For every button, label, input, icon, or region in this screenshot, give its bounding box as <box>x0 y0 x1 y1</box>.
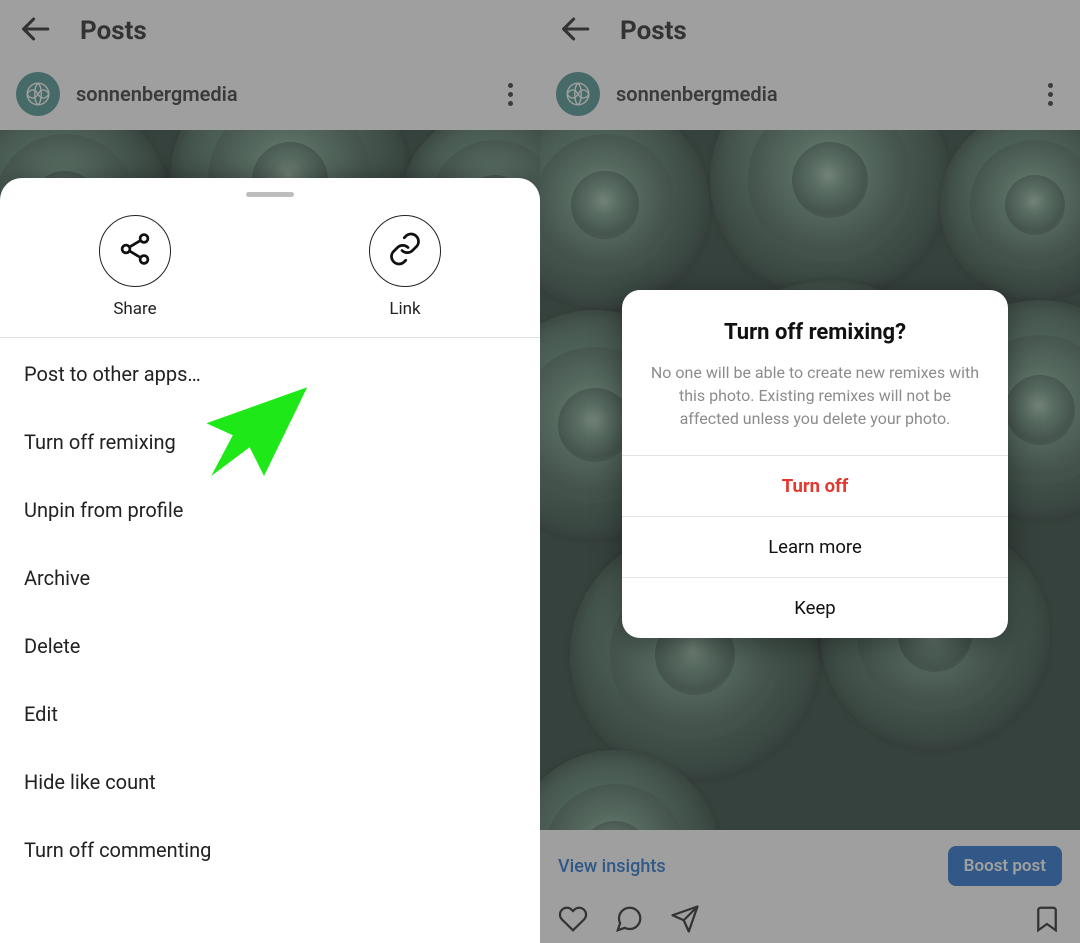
menu-post-other-apps[interactable]: Post to other apps… <box>0 340 540 408</box>
post-footer: View insights Boost post <box>540 830 1080 943</box>
menu-hide-like-count[interactable]: Hide like count <box>0 748 540 816</box>
comment-icon[interactable] <box>614 904 644 938</box>
topbar: Posts <box>540 0 1080 62</box>
send-icon[interactable] <box>670 904 700 938</box>
more-options-icon[interactable] <box>496 83 524 106</box>
link-button[interactable] <box>369 215 441 287</box>
like-icon[interactable] <box>558 904 588 938</box>
avatar[interactable] <box>556 72 600 116</box>
share-button[interactable] <box>99 215 171 287</box>
boost-post-button[interactable]: Boost post <box>948 846 1062 886</box>
menu-edit[interactable]: Edit <box>0 680 540 748</box>
view-insights-link[interactable]: View insights <box>558 856 666 877</box>
dialog-turn-off-button[interactable]: Turn off <box>622 455 1008 516</box>
page-title: Posts <box>620 16 687 46</box>
link-label: Link <box>389 299 420 319</box>
action-sheet: Share Link Post to other apps… Turn off … <box>0 178 540 943</box>
dialog-learn-more-button[interactable]: Learn more <box>622 516 1008 577</box>
menu-unpin-from-profile[interactable]: Unpin from profile <box>0 476 540 544</box>
dialog-body: No one will be able to create new remixe… <box>648 361 982 431</box>
confirm-dialog: Turn off remixing? No one will be able t… <box>622 290 1008 638</box>
back-icon[interactable] <box>558 12 592 50</box>
menu-turn-off-remixing[interactable]: Turn off remixing <box>0 408 540 476</box>
user-bar: sonnenbergmedia <box>540 62 1080 130</box>
share-icon <box>117 231 153 271</box>
sheet-handle[interactable] <box>246 192 294 197</box>
menu-archive[interactable]: Archive <box>0 544 540 612</box>
dialog-keep-button[interactable]: Keep <box>622 577 1008 638</box>
menu-list: Post to other apps… Turn off remixing Un… <box>0 338 540 886</box>
avatar[interactable] <box>16 72 60 116</box>
topbar: Posts <box>0 0 540 62</box>
bookmark-icon[interactable] <box>1032 904 1062 938</box>
screenshot-left: Posts sonnenbergmedia <box>0 0 540 943</box>
dialog-title: Turn off remixing? <box>648 320 982 345</box>
more-options-icon[interactable] <box>1036 83 1064 106</box>
user-bar: sonnenbergmedia <box>0 62 540 130</box>
username[interactable]: sonnenbergmedia <box>616 82 1036 106</box>
back-icon[interactable] <box>18 12 52 50</box>
screenshot-right: Posts sonnenbergmedia View insights Boos… <box>540 0 1080 943</box>
menu-delete[interactable]: Delete <box>0 612 540 680</box>
page-title: Posts <box>80 16 147 46</box>
menu-turn-off-commenting[interactable]: Turn off commenting <box>0 816 540 884</box>
share-label: Share <box>113 299 156 319</box>
username[interactable]: sonnenbergmedia <box>76 82 496 106</box>
link-icon <box>387 231 423 271</box>
